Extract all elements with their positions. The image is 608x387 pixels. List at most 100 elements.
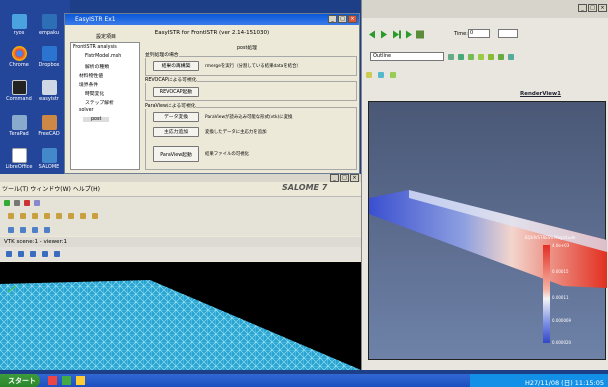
view-icon[interactable] (54, 251, 60, 257)
vtk-toolbar (0, 247, 361, 261)
representation-select[interactable]: Outline (370, 52, 444, 61)
color-legend-label: 0.000020 (552, 340, 572, 345)
tree-item-step[interactable]: ステップ解析 (85, 99, 114, 106)
desktop-icon-label: easyistr (39, 96, 59, 102)
toolbar-icon[interactable] (34, 200, 40, 206)
camera-icon[interactable] (390, 72, 396, 78)
toolbar-icon[interactable] (32, 227, 38, 233)
tree-item-root[interactable]: FrontISTR analysis (73, 45, 117, 50)
toolbar-icon[interactable] (68, 213, 74, 219)
tree-item-analysis-type[interactable]: 解析の種類 (85, 63, 109, 70)
salome-toolbars (0, 196, 361, 236)
camera-icon[interactable] (366, 72, 372, 78)
add-principal-stress-button[interactable]: 主応力追加 (153, 127, 199, 137)
salome-titlebar[interactable]: _ □ × (0, 174, 361, 182)
filter-icon[interactable] (468, 54, 474, 60)
toolbar-icon[interactable] (56, 213, 62, 219)
minimize-button[interactable]: _ (578, 4, 587, 12)
salome-window: _ □ × ツール(T) ウィンドウ(W) ヘルプ(H) SALOME 7 VT… (0, 174, 361, 370)
filter-icon[interactable] (498, 54, 504, 60)
desktop-icon-easyistr[interactable]: easyistr (33, 80, 65, 102)
tree-item-post[interactable]: post (83, 117, 110, 122)
time-input[interactable]: 0 (468, 29, 490, 38)
toolbar-icon[interactable] (44, 213, 50, 219)
settings-tree[interactable]: 設定項目 FrontISTR analysis FistrModel.msh 解… (70, 34, 140, 170)
toolbar-icon[interactable] (80, 213, 86, 219)
revocap-launch-button[interactable]: REVOCAP起動 (153, 87, 199, 97)
salome-icon (41, 148, 57, 163)
toolbar-icon[interactable] (8, 227, 14, 233)
tree-item-time[interactable]: 時間変化 (85, 90, 104, 97)
desktop-icon-freecad[interactable]: FreeCAD (33, 115, 65, 137)
render-view-tab[interactable]: RenderView1 (520, 91, 561, 97)
toolbar-icon[interactable] (20, 213, 26, 219)
vcr-controls-icon[interactable] (368, 30, 438, 39)
toolbar-icon[interactable] (8, 213, 14, 219)
desktop-icon-label: LibreOffice (5, 164, 33, 170)
desktop-icon-label: TeraPad (9, 131, 29, 137)
view-tab-bar: RenderView1 (362, 90, 608, 100)
view-icon[interactable] (6, 251, 12, 257)
minimize-button[interactable]: _ (330, 174, 339, 182)
filter-icon[interactable] (458, 54, 464, 60)
quicklaunch-icon[interactable] (62, 376, 71, 385)
render-view[interactable]: EQUIVSTRESS Magnitude 4.0e+03 0.00015 0.… (368, 101, 607, 360)
desktop-icon-terapad[interactable]: TeraPad (3, 115, 35, 137)
group-title: ParaViewによる可視化 (145, 102, 196, 109)
filter-icon[interactable] (448, 54, 454, 60)
close-button[interactable]: × (598, 4, 607, 12)
filter-icon[interactable] (508, 54, 514, 60)
desktop-icon-command[interactable]: Command (3, 80, 35, 102)
color-legend-label: 0.00015 (552, 269, 569, 274)
command-icon (11, 80, 27, 95)
maximize-button[interactable]: □ (588, 4, 597, 12)
minimize-button[interactable]: _ (328, 15, 337, 23)
start-button[interactable]: スタート (0, 374, 40, 387)
close-button[interactable]: × (350, 174, 359, 182)
empaku-icon (41, 14, 57, 29)
desktop-icon-salome[interactable]: SALOME (33, 148, 65, 170)
rebuild-result-button[interactable]: 結果の再構築 (153, 61, 199, 71)
easyistr-titlebar[interactable]: EasyISTR Ex1 _ □ × (65, 14, 359, 25)
button-description: ParaViewが読み込み可能な形式(vtk)に変換 (205, 115, 293, 120)
view-icon[interactable] (42, 251, 48, 257)
desktop-icon-libreoffice[interactable]: LibreOffice (3, 148, 35, 170)
toolbar-icon[interactable] (20, 227, 26, 233)
mesh-model-graphic (0, 280, 361, 370)
post-panel: post処理 並列処理の場合 結果の再構築 rmergeを実行（分割している結果… (145, 42, 357, 170)
data-convert-button[interactable]: データ変換 (153, 112, 199, 122)
quicklaunch-icon[interactable] (48, 376, 57, 385)
desktop-icon-dropbox[interactable]: Dropbox (33, 46, 65, 68)
tree-item-material[interactable]: 材料物性値 (79, 72, 103, 79)
desktop-icon-chrome[interactable]: Chrome (3, 46, 35, 68)
chrome-icon (11, 46, 27, 61)
toolbar-icon[interactable] (24, 200, 30, 206)
view-icon[interactable] (30, 251, 36, 257)
time-step-spinner[interactable] (498, 29, 518, 38)
tree-item-solver[interactable]: solver (79, 108, 94, 113)
desktop-icon-empaku[interactable]: empaku (33, 14, 65, 36)
maximize-button[interactable]: □ (338, 15, 347, 23)
toolbar-icon[interactable] (32, 213, 38, 219)
paraview-window: _ □ × Time: 0 Outline RenderView1 EQUIVS… (361, 0, 608, 370)
ryos-icon (11, 14, 27, 29)
paraview-launch-button[interactable]: ParaView起動 (153, 146, 199, 162)
filter-icon[interactable] (478, 54, 484, 60)
toolbar-icon[interactable] (44, 227, 50, 233)
close-button[interactable]: × (348, 15, 357, 23)
quicklaunch-icon[interactable] (76, 376, 85, 385)
button-description: 変換したデータに主応力を追加 (205, 130, 267, 135)
toolbar-icon[interactable] (92, 213, 98, 219)
filter-icon[interactable] (488, 54, 494, 60)
maximize-button[interactable]: □ (340, 174, 349, 182)
desktop-icon-ryos[interactable]: ryos (3, 14, 35, 36)
tree-item-boundary[interactable]: 境界条件 (79, 81, 98, 88)
camera-icon[interactable] (378, 72, 384, 78)
toolbar-icon[interactable] (14, 200, 20, 206)
view-icon[interactable] (18, 251, 24, 257)
salome-menubar[interactable]: ツール(T) ウィンドウ(W) ヘルプ(H) (2, 184, 100, 193)
window-title: EasyISTR Ex1 (75, 16, 116, 23)
vtk-viewport[interactable] (0, 262, 361, 370)
tree-item-model[interactable]: FistrModel.msh (85, 54, 121, 59)
toolbar-icon[interactable] (4, 200, 10, 206)
